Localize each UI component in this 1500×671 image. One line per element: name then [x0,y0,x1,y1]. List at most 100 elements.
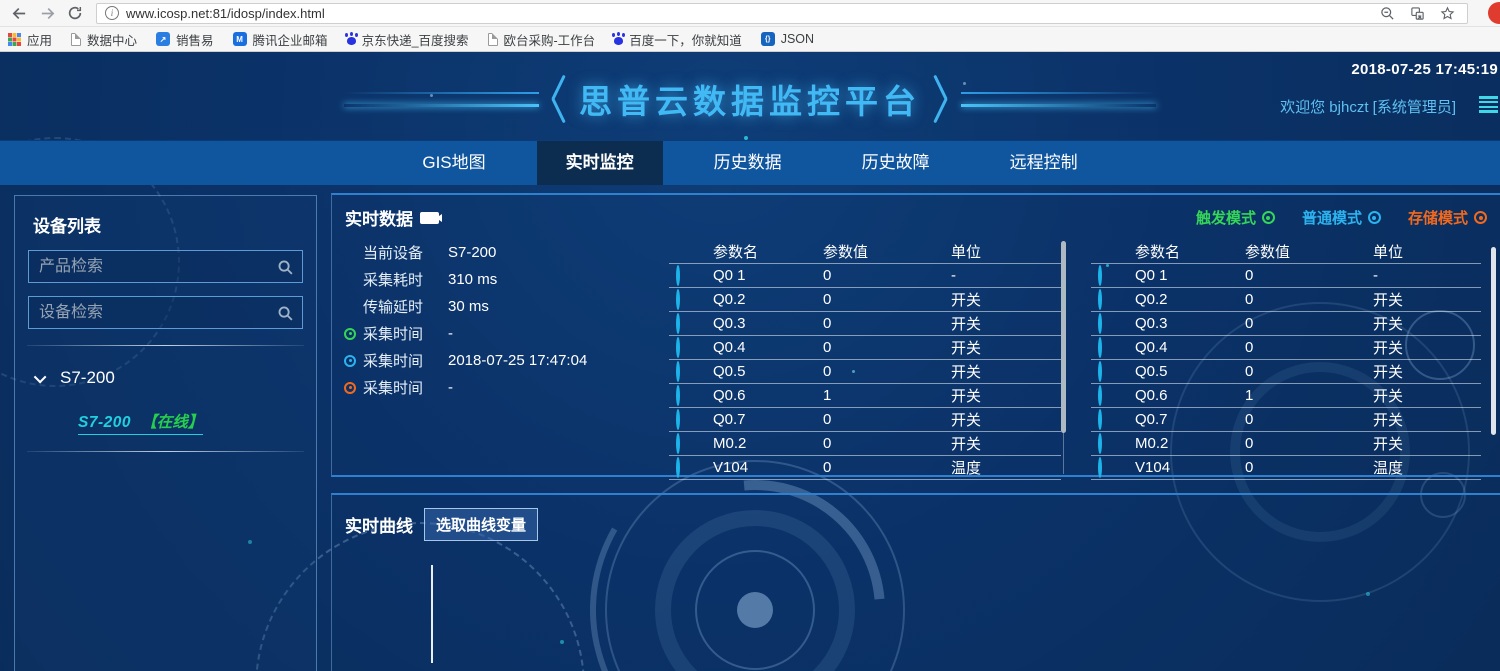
translate-icon[interactable] [1410,6,1425,21]
param-name: Q0.4 [1135,339,1245,356]
bookmarks-bar: 应用数据中心 ↗销售易 M腾讯企业邮箱 京东快递_百度搜索 欧台采购-工作台 百度一下，你… [0,27,1500,52]
target-dot-icon[interactable] [676,457,680,478]
target-dot-icon[interactable] [1098,409,1102,430]
circled-dot-icon [1262,211,1275,224]
target-dot-icon[interactable] [676,265,680,286]
product-search-input[interactable] [29,251,302,282]
bookmark-item[interactable]: M腾讯企业邮箱 [233,30,328,49]
param-name: Q0.5 [1135,363,1245,380]
param-name: Q0 1 [1135,267,1245,284]
tab-GIS地图[interactable]: GIS地图 [393,141,514,185]
target-dot-icon[interactable] [1098,289,1102,310]
back-icon[interactable] [8,2,30,24]
target-dot-icon[interactable] [1098,457,1102,478]
mode-button-普通模式[interactable]: 普通模式 [1302,207,1381,228]
param-name: Q0.7 [713,411,823,428]
bookmark-item[interactable]: 数据中心 [71,30,137,49]
row-icon-cell [1091,387,1135,404]
target-dot-icon[interactable] [676,409,680,430]
param-unit: 开关 [951,409,1061,430]
target-dot-icon[interactable] [1098,265,1102,286]
bookmark-item[interactable]: 京东快递_百度搜索 [347,30,469,49]
param-unit: - [1373,267,1481,284]
target-dot-icon[interactable] [1098,433,1102,454]
sidebar-divider [27,451,304,452]
reload-icon[interactable] [64,2,86,24]
info-value: S7-200 [448,244,496,261]
target-dot-icon[interactable] [676,433,680,454]
status-dot-icon [344,328,356,340]
table-row: Q0 10- [1091,264,1481,288]
url-field[interactable]: i www.icosp.net:81/idosp/index.html [96,3,1468,24]
param-unit: 开关 [1373,385,1481,406]
table-right-scrollbar[interactable] [1491,247,1496,435]
target-dot-icon[interactable] [676,289,680,310]
device-search-box [28,296,303,329]
target-dot-icon[interactable] [1098,385,1102,406]
profile-avatar[interactable] [1488,2,1500,24]
app-page: 2018-07-25 17:45:19 欢迎您 bjhczt [系统管理员] 思… [0,52,1500,671]
tab-历史数据[interactable]: 历史数据 [685,141,811,185]
target-dot-icon[interactable] [1098,337,1102,358]
bookmark-item[interactable]: 百度一下，你就知道 [614,30,742,49]
tree-group-s7-200[interactable]: S7-200 [37,368,316,388]
info-row: 传输延时30 ms [344,293,664,320]
bookmark-item[interactable]: 应用 [8,30,52,49]
mode-button-存储模式[interactable]: 存储模式 [1408,207,1487,228]
title-deco-right [961,92,1156,107]
search-icon[interactable] [277,259,294,276]
bookmark-label: 百度一下，你就知道 [629,30,742,49]
target-dot-icon[interactable] [676,337,680,358]
table-left-scrollbar[interactable] [1061,241,1066,433]
param-table-right: 参数名参数值单位Q0 10-Q0.20开关Q0.30开关Q0.40开关Q0.50… [1091,240,1481,480]
bookmark-star-icon[interactable] [1440,6,1455,21]
target-dot-icon[interactable] [676,385,680,406]
device-search-input[interactable] [29,297,302,328]
bookmark-label: 欧台采购-工作台 [504,30,596,49]
paw-icon [614,37,623,45]
bookmark-item[interactable]: 欧台采购-工作台 [488,30,596,49]
target-dot-icon[interactable] [1098,361,1102,382]
target-dot-icon[interactable] [1098,313,1102,334]
table-row: Q0.30开关 [1091,312,1481,336]
bookmark-label: JSON [781,32,814,46]
mode-button-触发模式[interactable]: 触发模式 [1196,207,1275,228]
tab-历史故障[interactable]: 历史故障 [833,141,959,185]
info-row: 采集时间- [344,320,664,347]
bookmark-item[interactable]: ↗销售易 [156,30,214,49]
tree-group-label: S7-200 [60,368,115,388]
sidebar-title: 设备列表 [33,212,316,237]
target-dot-icon[interactable] [676,361,680,382]
row-icon-cell [1091,291,1135,308]
realtime-curve-panel: 实时曲线 选取曲线变量 [331,493,1500,671]
zoom-icon[interactable] [1380,6,1395,21]
video-camera-icon[interactable] [420,212,439,224]
tab-实时监控[interactable]: 实时监控 [537,141,663,185]
tab-远程控制[interactable]: 远程控制 [981,141,1107,185]
select-curve-variable-button[interactable]: 选取曲线变量 [424,508,538,541]
param-name: V104 [713,459,823,476]
table-row: Q0.30开关 [669,312,1061,336]
site-info-icon[interactable]: i [105,6,119,20]
row-icon-cell [1091,411,1135,428]
grid-icon-cell [1091,243,1135,260]
bookmark-item[interactable]: {}JSON [761,32,814,46]
param-value: 0 [1245,435,1373,452]
device-link-s7-200[interactable]: S7-200 【在线】 [78,410,203,435]
target-dot-icon[interactable] [676,313,680,334]
paw-icon [347,37,356,45]
circled-dot-icon [1474,211,1487,224]
param-name: Q0.4 [713,339,823,356]
param-name: Q0.5 [713,363,823,380]
device-status-badge: 【在线】 [141,414,203,431]
bookmark-label: 京东快递_百度搜索 [362,30,469,49]
chevron-down-icon [34,370,47,383]
param-value: 0 [823,411,951,428]
search-icon[interactable] [277,305,294,322]
param-name: Q0 1 [713,267,823,284]
column-header: 单位 [951,241,1061,262]
table-row: M0.20开关 [1091,432,1481,456]
forward-icon[interactable] [36,2,58,24]
param-value: 0 [823,435,951,452]
param-unit: 开关 [1373,433,1481,454]
